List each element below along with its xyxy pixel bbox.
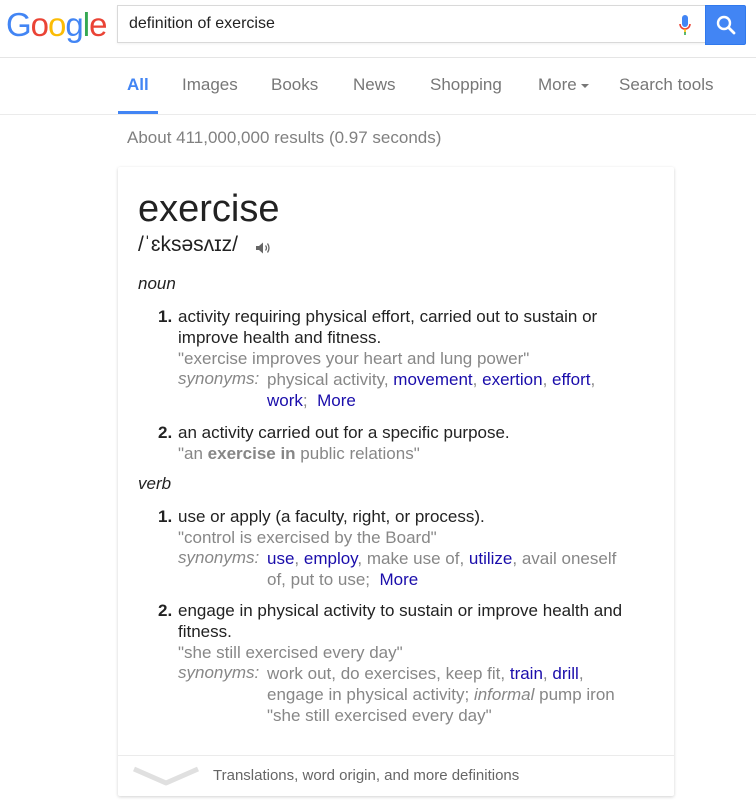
synonyms-list: physical activity, movement, exertion, e… — [267, 370, 596, 410]
sense-number: 1. — [158, 307, 173, 326]
search-tabs: All Images Books News Shopping More Sear… — [0, 57, 756, 115]
top-bar: Google — [0, 0, 756, 58]
definition-line: engage in physical activity to sustain o… — [178, 601, 623, 620]
tab-news[interactable]: News — [353, 75, 396, 95]
mic-icon[interactable] — [679, 15, 691, 35]
logo-letter: o — [30, 6, 49, 43]
synonym-link[interactable]: exertion — [482, 370, 542, 389]
synonym-link[interactable]: utilize — [469, 549, 512, 568]
tab-all[interactable]: All — [127, 75, 149, 95]
register-label: informal — [473, 685, 535, 704]
synonym-text: , avail oneself — [512, 549, 617, 568]
logo-letter: o — [48, 6, 66, 43]
sense-number: 2. — [158, 423, 173, 442]
tab-more[interactable]: More — [538, 75, 590, 95]
synonym-text: engage in physical activity; — [267, 685, 474, 704]
dictionary-card: exercise /ˈɛksəsʌɪz/ noun 1. activity re… — [118, 167, 674, 796]
search-input[interactable] — [127, 14, 671, 34]
tab-books[interactable]: Books — [271, 75, 318, 95]
synonym-link[interactable]: train — [510, 664, 543, 683]
example-part: "an — [178, 444, 208, 463]
chevron-down-icon — [132, 766, 200, 786]
definition-text: engage in physical activity to sustain o… — [178, 600, 622, 642]
definition-text: activity requiring physical effort, carr… — [178, 306, 597, 348]
pos-verb: verb — [138, 474, 172, 493]
tab-more-label: More — [538, 75, 577, 94]
sense-number: 1. — [158, 507, 173, 526]
more-synonyms-link[interactable]: More — [317, 391, 356, 410]
synonym-text: of, put to use; — [267, 570, 371, 589]
logo-letter: G — [6, 6, 32, 43]
definition-line: fitness. — [178, 622, 232, 641]
result-stats: About 411,000,000 results (0.97 seconds) — [127, 128, 442, 147]
synonym-text: pump iron — [534, 685, 615, 704]
phonetic: /ˈɛksəsʌɪz/ — [138, 233, 238, 256]
example-text: "an exercise in public relations" — [178, 443, 420, 464]
search-box — [117, 5, 705, 43]
tab-shopping[interactable]: Shopping — [430, 75, 502, 95]
more-definitions-link[interactable]: Translations, word origin, and more defi… — [213, 767, 519, 784]
logo-letter: e — [89, 6, 107, 43]
speaker-icon[interactable] — [255, 241, 271, 255]
synonym-link[interactable]: use — [267, 549, 294, 568]
example-text: "control is exercised by the Board" — [178, 528, 437, 547]
logo-letter: g — [65, 6, 83, 43]
headword: exercise — [138, 188, 280, 230]
more-synonyms-link[interactable]: More — [379, 570, 418, 589]
synonym-link[interactable]: work — [267, 391, 303, 410]
synonym-text: , make use of, — [357, 549, 469, 568]
google-logo[interactable]: Google — [6, 6, 107, 44]
search-button[interactable] — [705, 5, 746, 45]
active-tab-indicator — [118, 111, 158, 114]
definition-line: activity requiring physical effort, carr… — [178, 307, 598, 326]
synonym-link[interactable]: employ — [304, 549, 358, 568]
synonyms-label: synonyms: — [178, 663, 260, 682]
synonym-link[interactable]: movement — [393, 370, 472, 389]
synonyms-label: synonyms: — [178, 369, 260, 388]
sense-number: 2. — [158, 601, 173, 620]
synonyms-label: synonyms: — [178, 548, 260, 567]
definition-line: improve health and fitness. — [178, 328, 382, 347]
synonym-text: physical activity, — [267, 370, 394, 389]
example-text: "she still exercised every day" — [178, 643, 403, 662]
definition-text: an activity carried out for a specific p… — [178, 423, 510, 442]
card-footer[interactable]: Translations, word origin, and more defi… — [118, 755, 674, 797]
tab-images[interactable]: Images — [182, 75, 238, 95]
definition-text: use or apply (a faculty, right, or proce… — [178, 507, 485, 526]
example-part: public relations" — [295, 444, 420, 463]
synonym-text: work out, do exercises, keep fit, — [267, 664, 510, 683]
search-icon — [716, 15, 736, 35]
chevron-down-icon — [580, 83, 589, 88]
example-keyword: exercise in — [207, 444, 296, 463]
synonyms-list: use, employ, make use of, utilize, avail… — [267, 549, 617, 589]
pos-noun: noun — [138, 274, 176, 293]
synonym-example: "she still exercised every day" — [267, 706, 492, 725]
synonym-link[interactable]: drill — [552, 664, 578, 683]
example-text: "exercise improves your heart and lung p… — [178, 349, 530, 368]
synonym-link[interactable]: effort — [552, 370, 590, 389]
tab-search-tools[interactable]: Search tools — [619, 75, 714, 95]
synonyms-list: work out, do exercises, keep fit, train,… — [267, 664, 615, 725]
